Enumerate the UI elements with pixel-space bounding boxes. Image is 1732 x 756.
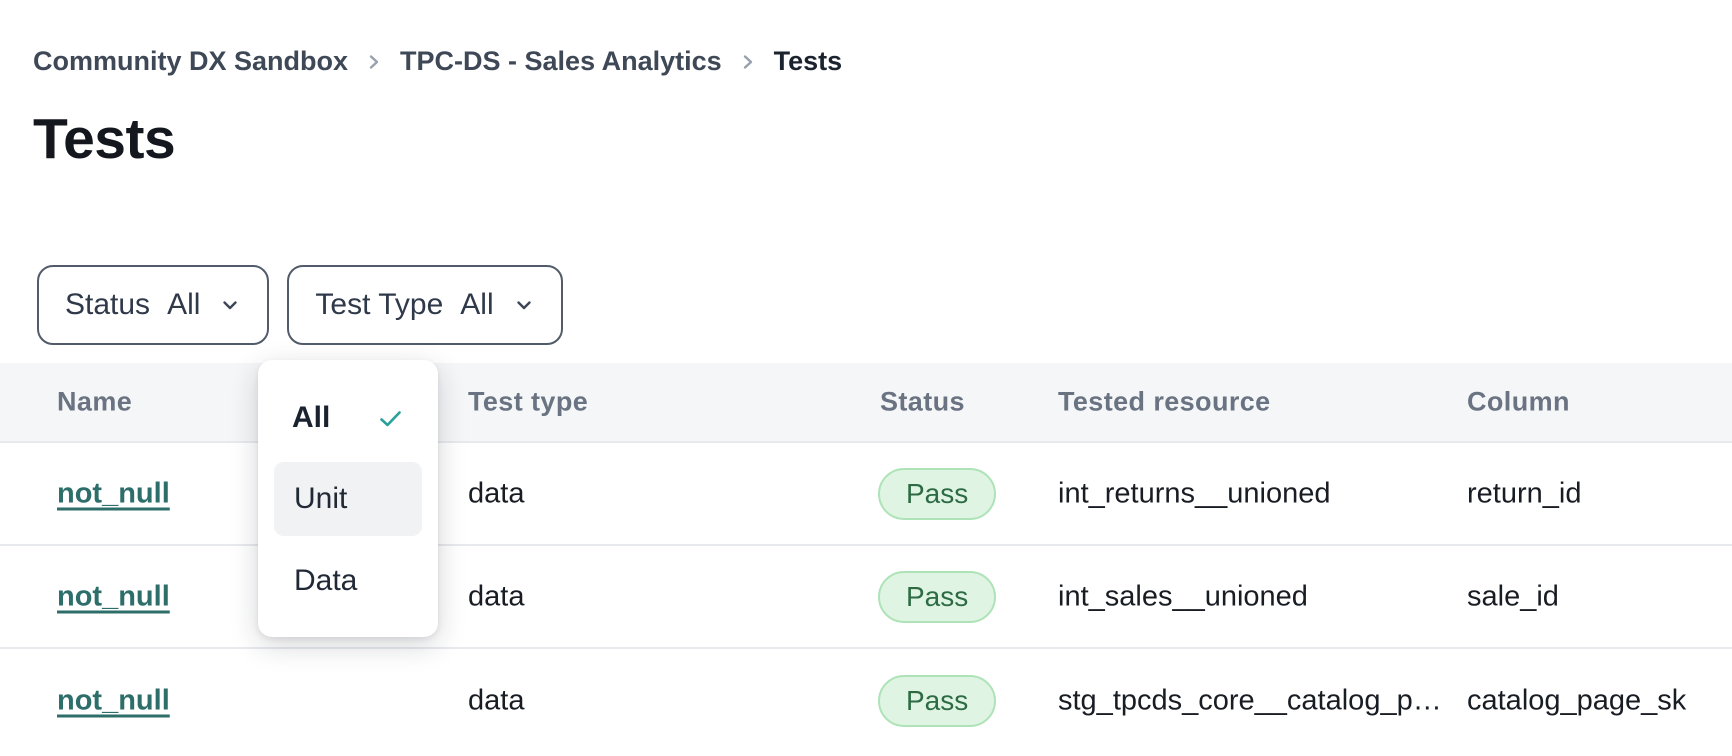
status-badge: Pass [878,571,996,623]
breadcrumb-item-current: Tests [774,46,843,77]
filter-bar: Status All Test Type All [37,265,563,345]
column-header-column: Column [1467,387,1570,418]
dropdown-option-label: Data [294,564,357,598]
test-type-cell: data [468,580,524,613]
breadcrumb-item-package[interactable]: TPC-DS - Sales Analytics [400,46,722,77]
test-name-link[interactable]: not_null [57,684,170,717]
dropdown-option-all[interactable]: All [274,380,422,456]
page-title: Tests [33,106,175,172]
dropdown-option-label: All [292,401,330,435]
status-badge: Pass [878,468,996,520]
test-type-filter-value: All [460,288,493,322]
breadcrumb: Community DX Sandbox TPC-DS - Sales Anal… [33,46,842,77]
test-type-filter-button[interactable]: Test Type All [287,265,562,345]
column-cell: return_id [1467,477,1581,510]
status-filter-value: All [167,288,200,322]
chevron-right-icon [364,52,384,72]
column-cell: catalog_page_sk [1467,684,1686,717]
chevron-down-icon [513,294,535,316]
dropdown-option-unit[interactable]: Unit [274,462,422,536]
column-header-test-type: Test type [468,387,588,418]
test-type-cell: data [468,684,524,717]
status-filter-label: Status [65,288,150,322]
chevron-right-icon [738,52,758,72]
column-header-status: Status [880,387,965,418]
table-row: not_null data Pass stg_tpcds_core__catal… [0,649,1732,752]
test-type-filter-label: Test Type [315,288,443,322]
dropdown-option-data[interactable]: Data [274,544,422,618]
test-name-link[interactable]: not_null [57,580,170,613]
test-type-dropdown-menu: All Unit Data [258,360,438,637]
column-header-name: Name [57,387,132,418]
status-filter-button[interactable]: Status All [37,265,269,345]
column-header-tested-resource: Tested resource [1058,387,1271,418]
dropdown-option-label: Unit [294,482,347,516]
check-icon [377,405,404,432]
tested-resource-cell: int_sales__unioned [1058,580,1308,613]
test-type-cell: data [468,477,524,510]
chevron-down-icon [219,294,241,316]
status-badge: Pass [878,675,996,727]
test-name-link[interactable]: not_null [57,477,170,510]
tested-resource-cell: int_returns__unioned [1058,477,1330,510]
tested-resource-cell: stg_tpcds_core__catalog_p… [1058,684,1442,717]
column-cell: sale_id [1467,580,1559,613]
breadcrumb-item-project[interactable]: Community DX Sandbox [33,46,348,77]
